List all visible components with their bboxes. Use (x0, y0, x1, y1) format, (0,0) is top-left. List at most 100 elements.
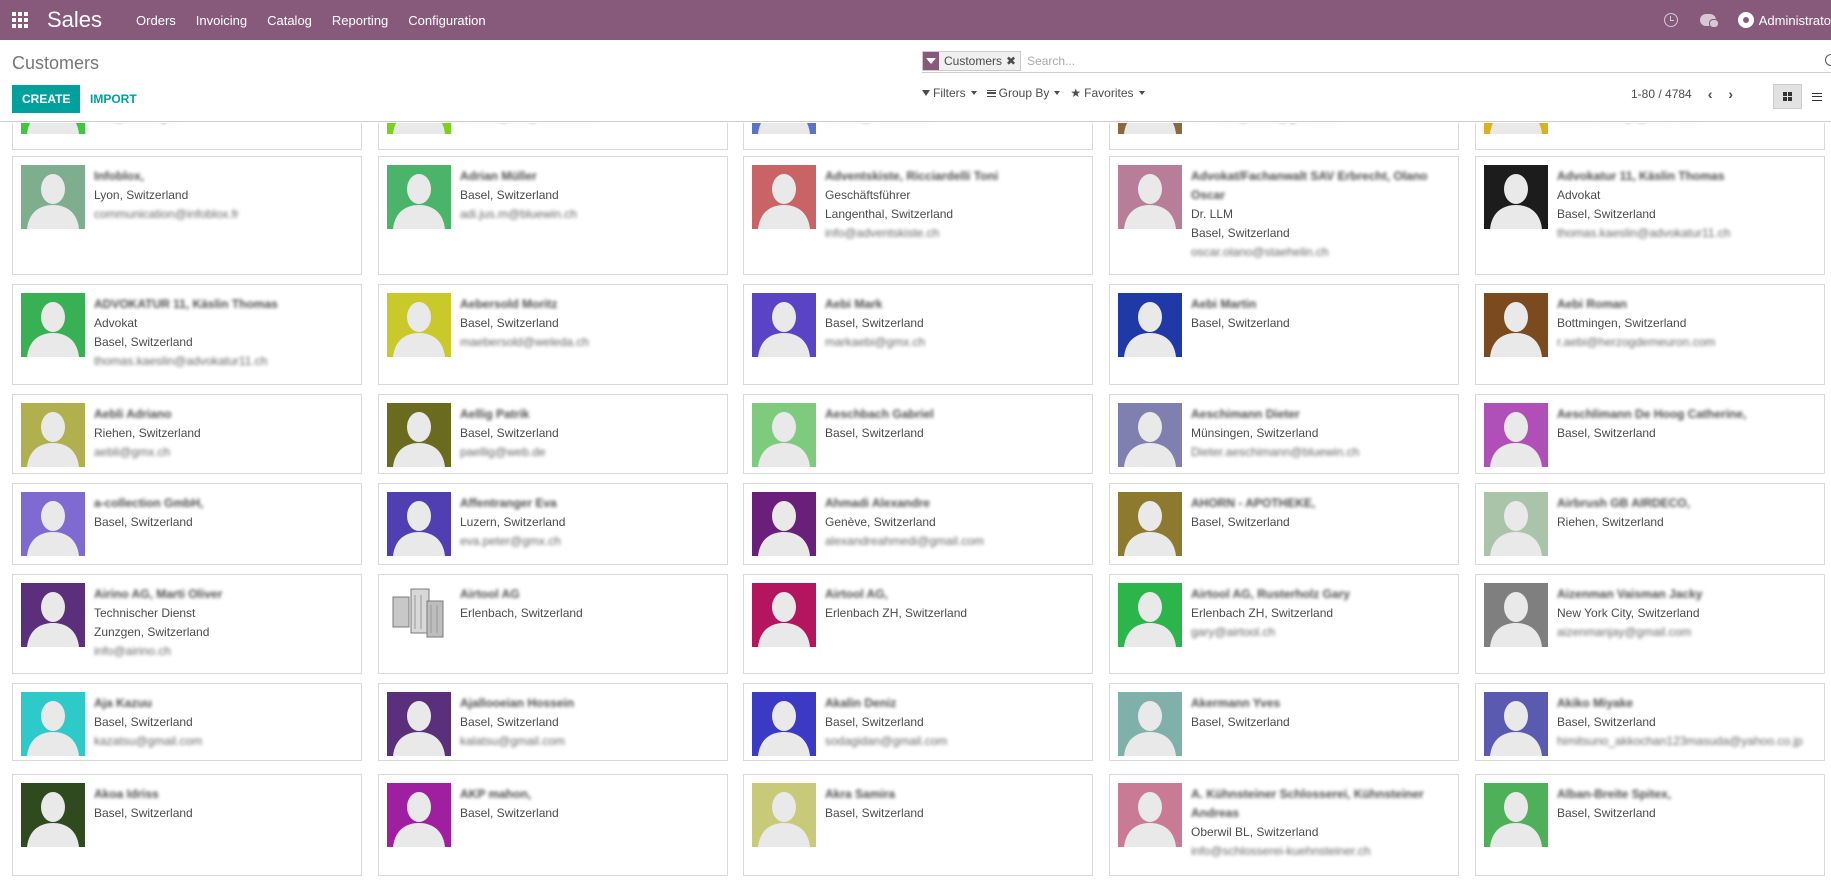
customer-card[interactable]: Infoblox, Lyon, Switzerland communication@… (12, 156, 362, 275)
customer-name: Advokat/Fachanwalt SAV Erbrecht, Olano O… (1191, 169, 1428, 202)
customer-card[interactable]: Airtool AG, Rusterholz Gary Erlenbach ZH,… (1109, 574, 1459, 674)
list-view-button[interactable] (1802, 84, 1831, 109)
activity-clock-icon[interactable] (1663, 13, 1678, 27)
app-title[interactable]: Sales (47, 7, 102, 33)
customer-card[interactable]: Affentranger Eva Luzern, Switzerland eva.p… (378, 483, 728, 565)
customer-card[interactable]: Aebi Mark Basel, Switzerland markaebi@gmx.… (743, 284, 1093, 385)
customer-detail: Basel, Switzerland (825, 715, 924, 729)
customer-card[interactable]: Ajallooeian Hossein Basel, Switzerland kal… (378, 683, 728, 761)
customer-info: info@ruckling.ch (94, 123, 355, 127)
customer-card[interactable]: ammann@wettli@gmail.com (1109, 123, 1459, 150)
search-options-icon[interactable] (1825, 54, 1831, 66)
customer-detail: Erlenbach, Switzerland (460, 606, 583, 620)
customer-info: actions@unt@bluewin.ch (460, 123, 721, 127)
customer-card[interactable]: actions@unt@bluewin.ch (378, 123, 728, 150)
customer-detail: Basel, Switzerland (825, 426, 924, 440)
customer-card[interactable]: umberto.hinojo@adcom.ch (1475, 123, 1825, 150)
customer-card[interactable]: Advokatur 11, Käslin Thomas Advokat Basel,… (1475, 156, 1825, 275)
facet-remove-icon[interactable]: ✖ (1006, 54, 1020, 68)
customer-card[interactable]: Adrian Müller Basel, Switzerland adi.jus.m… (378, 156, 728, 275)
customer-email: thomas.kaeslin@advokatur11.ch (1557, 226, 1731, 240)
customer-avatar (1118, 403, 1182, 467)
user-menu[interactable]: Administrato (1737, 12, 1831, 28)
customer-email: info@ruckling.ch (94, 123, 355, 127)
customer-avatar (1118, 692, 1182, 756)
customer-card[interactable]: Aeschimann Dieter Münsingen, Switzerland D… (1109, 394, 1459, 474)
customer-email: actions@unt@bluewin.ch (460, 123, 721, 127)
customer-card[interactable]: Aizenman Vaisman Jacky New York City, Swi… (1475, 574, 1825, 674)
customer-card[interactable]: Akiko Miyake Basel, Switzerland himitsuno_… (1475, 683, 1825, 761)
customer-card[interactable]: Akermann Yves Basel, Switzerland (1109, 683, 1459, 761)
customer-card[interactable]: A. Kühnsteiner Schlosserei, Kühnsteiner … (1109, 774, 1459, 876)
menu-orders[interactable]: Orders (126, 13, 186, 28)
menu-invoicing[interactable]: Invoicing (186, 13, 257, 28)
customer-card[interactable]: Advokat/Fachanwalt SAV Erbrecht, Olano O… (1109, 156, 1459, 275)
customer-detail: Lyon, Switzerland (94, 188, 189, 202)
customer-card[interactable]: info@ruckling.ch (12, 123, 362, 150)
customer-detail: Bottmingen, Switzerland (1557, 316, 1687, 330)
customer-card[interactable]: Aeschbach Gabriel Basel, Switzerland (743, 394, 1093, 474)
discuss-chat-icon[interactable] (1699, 14, 1719, 28)
filters-dropdown[interactable]: Filters (922, 86, 977, 100)
customer-info: Ajallooeian Hossein Basel, Switzerland kal… (460, 694, 721, 751)
customer-card[interactable]: Aellig Patrik Basel, Switzerland paellig@w… (378, 394, 728, 474)
customer-info: Affentranger Eva Luzern, Switzerland eva.p… (460, 494, 721, 551)
customer-email: kazatsu@gmail.com (94, 734, 203, 748)
menu-catalog[interactable]: Catalog (257, 13, 322, 28)
control-panel: Customers CREATE IMPORT Customers ✖ Filt… (0, 40, 1831, 122)
menu-reporting[interactable]: Reporting (322, 13, 398, 28)
customer-card[interactable]: Airtool AG Erlenbach, Switzerland (378, 574, 728, 674)
customer-card[interactable]: Aebersold Moritz Basel, Switzerland maeber… (378, 284, 728, 385)
customer-card[interactable]: Aeschlimann De Hoog Catherine, Basel, Swi… (1475, 394, 1825, 474)
create-button[interactable]: CREATE (12, 85, 81, 113)
customer-detail: Erlenbach ZH, Switzerland (825, 606, 968, 620)
pager-previous-icon[interactable]: ‹ (1708, 86, 1713, 102)
customer-card[interactable]: Akra Samira Basel, Switzerland (743, 774, 1093, 876)
customer-info: Akiko Miyake Basel, Switzerland himitsuno_… (1557, 694, 1818, 751)
customer-card[interactable]: Alban-Breite Spitex, Basel, Switzerland (1475, 774, 1825, 876)
customer-detail: Advokat (94, 316, 138, 330)
menu-configuration[interactable]: Configuration (398, 13, 495, 28)
import-button[interactable]: IMPORT (90, 85, 137, 113)
customer-card[interactable]: a-collection GmbH, Basel, Switzerland (12, 483, 362, 565)
customer-detail: Basel, Switzerland (825, 806, 924, 820)
customer-avatar (387, 783, 451, 847)
pager-next-icon[interactable]: › (1728, 86, 1733, 102)
customer-email: r.aebi@herzogdemeuron.com (1557, 335, 1716, 349)
customer-detail: Zunzgen, Switzerland (94, 625, 210, 639)
customer-info: Aebli Adriano Riehen, Switzerland aebli@gm… (94, 405, 355, 462)
customer-card[interactable]: Aebli Adriano Riehen, Switzerland aebli@gm… (12, 394, 362, 474)
customer-card[interactable]: Airino AG, Marti Oliver Technischer Diens… (12, 574, 362, 674)
customer-card[interactable]: Aja Kazuu Basel, Switzerland kazatsu@gmail… (12, 683, 362, 761)
customer-info: Aeschimann Dieter Münsingen, Switzerland D… (1191, 405, 1452, 462)
customer-card[interactable]: AKP mahon, Basel, Switzerland (378, 774, 728, 876)
customer-card[interactable]: Ahmadi Alexandre Genève, Switzerland alexa… (743, 483, 1093, 565)
customer-card[interactable]: Aebi Roman Bottmingen, Switzerland r.aebi@… (1475, 284, 1825, 385)
customer-card[interactable]: AHORN - APOTHEKE, Basel, Switzerland (1109, 483, 1459, 565)
search-input[interactable] (1027, 53, 1831, 68)
favorites-dropdown[interactable]: ★ Favorites (1070, 86, 1145, 100)
customer-card[interactable]: Akoa Idriss Basel, Switzerland (12, 774, 362, 876)
customer-card[interactable]: bianco@hotmail.com (743, 123, 1093, 150)
funnel-icon (922, 90, 930, 96)
customer-info: Aeschlimann De Hoog Catherine, Basel, Swi… (1557, 405, 1818, 443)
customer-name: Aizenman Vaisman Jacky (1557, 587, 1703, 601)
customer-card[interactable]: Airtool AG, Erlenbach ZH, Switzerland (743, 574, 1093, 674)
customer-detail: Basel, Switzerland (1191, 715, 1290, 729)
apps-menu-icon[interactable] (0, 0, 40, 40)
customer-card[interactable]: Airbrush GB AIRDECO, Riehen, Switzerland (1475, 483, 1825, 565)
customer-card[interactable]: ADVOKATUR 11, Käslin Thomas Advokat Basel,… (12, 284, 362, 385)
pager-value[interactable]: 1-80 / 4784 (1631, 87, 1692, 101)
customer-name: Aebi Roman (1557, 297, 1628, 311)
customer-avatar (1118, 165, 1182, 229)
customer-email: eva.peter@gmx.ch (460, 534, 561, 548)
kanban-view-button[interactable] (1773, 84, 1802, 109)
customer-avatar (21, 492, 85, 556)
customer-avatar (1484, 692, 1548, 756)
customer-detail: Basel, Switzerland (94, 806, 193, 820)
customer-card[interactable]: Akalin Deniz Basel, Switzerland sodagidan@… (743, 683, 1093, 761)
customer-info: A. Kühnsteiner Schlosserei, Kühnsteiner … (1191, 785, 1452, 861)
customer-card[interactable]: Aebi Martin Basel, Switzerland (1109, 284, 1459, 385)
groupby-dropdown[interactable]: Group By (986, 86, 1061, 100)
customer-card[interactable]: Adventskiste, Ricciardelli Toni Geschäfts… (743, 156, 1093, 275)
